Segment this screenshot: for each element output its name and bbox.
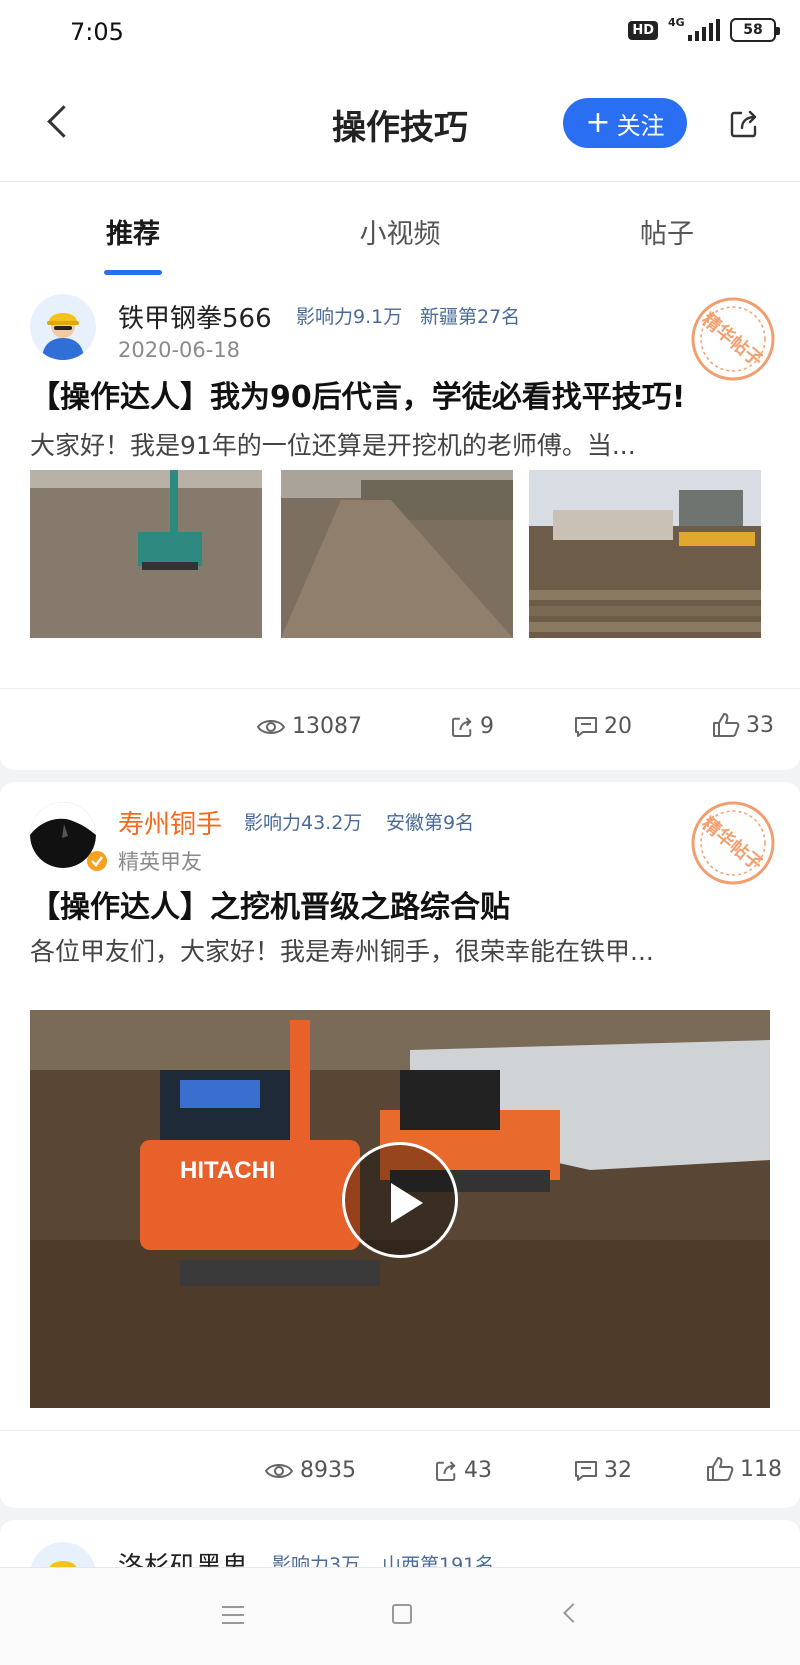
hd-icon: HD <box>628 20 658 40</box>
author-level: 精英甲友 <box>118 850 202 874</box>
comment-count: 32 <box>604 1458 632 1483</box>
influence-label: 影响力43.2万 <box>244 812 363 834</box>
like-stat[interactable]: 33 <box>712 712 774 738</box>
views-count: 13087 <box>292 714 362 739</box>
signal-icon: 4G <box>668 16 720 41</box>
status-bar: 7:05 HD 4G 58 <box>0 0 800 66</box>
rank-label: 安徽第9名 <box>386 812 475 834</box>
divider <box>0 1430 800 1431</box>
share-stat[interactable]: 9 <box>450 714 494 739</box>
plus-icon: + <box>585 105 611 140</box>
thumbs-up-icon <box>713 713 740 737</box>
post-date: 2020-06-18 <box>118 338 241 362</box>
tab-recommend[interactable]: 推荐 <box>43 212 223 251</box>
rank-label: 新疆第27名 <box>420 306 521 328</box>
tab-indicator <box>104 270 162 275</box>
system-nav-bar <box>0 1567 800 1665</box>
like-stat[interactable]: 118 <box>706 1456 782 1482</box>
post-image[interactable] <box>529 470 761 638</box>
follow-label: 关注 <box>616 111 665 140</box>
views-stat: 8935 <box>264 1458 356 1483</box>
author-name[interactable]: 寿州铜手 <box>118 804 222 841</box>
post-title[interactable]: 【操作达人】之挖机晋级之路综合贴 <box>30 882 770 926</box>
influence-label: 影响力9.1万 <box>296 306 403 328</box>
post-image[interactable] <box>30 470 262 638</box>
play-button[interactable] <box>342 1142 458 1258</box>
eye-icon <box>264 1463 294 1478</box>
stamp-text: 精华帖子 <box>698 308 767 371</box>
battery-icon: 58 <box>730 18 780 42</box>
share-icon <box>730 110 757 138</box>
back-icon[interactable] <box>563 1603 583 1623</box>
tab-short-video[interactable]: 小视频 <box>310 212 490 251</box>
post-excerpt: 各位甲友们，大家好！我是寿州铜手，很荣幸能在铁甲... <box>30 937 654 966</box>
author-name[interactable]: 铁甲钢拳566 <box>118 298 272 335</box>
video-machine-label: HITACHI <box>180 1157 276 1184</box>
eye-icon <box>256 719 286 734</box>
share-icon <box>452 716 472 737</box>
thumbs-up-icon <box>707 1457 734 1481</box>
comment-stat[interactable]: 32 <box>574 1458 632 1483</box>
tab-posts[interactable]: 帖子 <box>577 212 757 251</box>
verified-badge-icon <box>87 851 107 871</box>
featured-stamp-icon: 精华帖子 <box>691 801 775 885</box>
post-title[interactable]: 【操作达人】我为90后代言，学徒必看找平技巧! <box>30 372 770 416</box>
status-time: 7:05 <box>70 18 124 46</box>
worker-avatar-icon <box>30 294 96 360</box>
share-stat[interactable]: 43 <box>434 1458 492 1483</box>
top-nav: 操作技巧 + 关注 <box>0 66 800 182</box>
status-icons: HD 4G 58 <box>628 16 780 42</box>
battery-level: 58 <box>743 22 763 38</box>
home-icon[interactable] <box>392 1604 412 1624</box>
views-count: 8935 <box>300 1458 356 1483</box>
post-excerpt: 大家好！我是91年的一位还算是开挖机的老师傅。当... <box>30 431 636 460</box>
network-type: 4G <box>668 16 685 29</box>
comment-icon <box>575 1460 597 1481</box>
post-card[interactable]: 寿州铜手 影响力43.2万 安徽第9名 精英甲友 精华帖子 【操作达人】之挖机晋… <box>0 782 800 1508</box>
share-icon <box>436 1460 456 1481</box>
avatar[interactable] <box>30 294 96 360</box>
comment-stat[interactable]: 20 <box>574 714 632 739</box>
stamp-text: 精华帖子 <box>698 812 767 875</box>
share-count: 43 <box>464 1458 492 1483</box>
post-image[interactable] <box>281 470 513 638</box>
post-video[interactable]: HITACHI <box>30 1010 770 1408</box>
post-card[interactable]: 铁甲钢拳566 影响力9.1万 新疆第27名 2020-06-18 精华帖子 【… <box>0 282 800 770</box>
comment-icon <box>575 716 597 737</box>
share-count: 9 <box>480 714 494 739</box>
like-count: 33 <box>746 712 774 738</box>
share-button[interactable] <box>728 108 760 140</box>
menu-icon[interactable] <box>222 1606 244 1624</box>
featured-stamp-icon: 精华帖子 <box>691 297 775 381</box>
comment-count: 20 <box>604 714 632 739</box>
views-stat: 13087 <box>256 714 362 739</box>
follow-button[interactable]: + 关注 <box>563 98 687 148</box>
divider <box>0 688 800 689</box>
tab-bar: 推荐 小视频 帖子 <box>0 182 800 282</box>
like-count: 118 <box>740 1456 782 1482</box>
